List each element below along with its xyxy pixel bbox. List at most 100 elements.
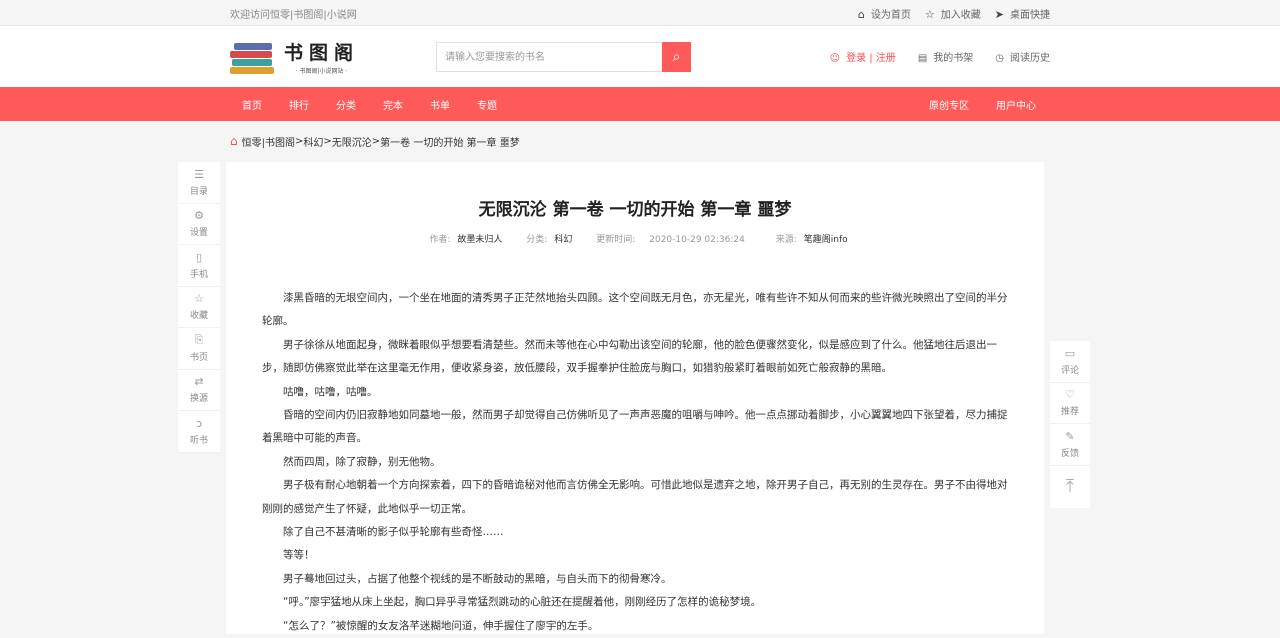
paragraph: 男子极有耐心地朝着一个方向探索着，四下的昏暗诡秘对他而言仿佛全无影响。可惜此地似…	[262, 479, 1008, 515]
chapter-title: 无限沉沦 第一卷 一切的开始 第一章 噩梦	[478, 200, 792, 220]
chapter-body: 漆黑昏暗的无垠空间内，一个坐在地面的清秀男子正茫然地抬头四顾。这个空间既无月色，…	[262, 287, 1008, 638]
welcome-text: 欢迎访问恒零|书图阁|小说网	[230, 9, 357, 21]
tool-feedback[interactable]: ✎ 反馈	[1050, 424, 1090, 466]
switch-icon: ⇄	[194, 375, 204, 389]
tool-label: 设置	[189, 228, 208, 239]
category-name[interactable]: 科幻	[554, 235, 572, 245]
add-favorite-label: 加入收藏	[940, 9, 981, 21]
list-icon: ☰	[194, 167, 204, 181]
tool-label: 听书	[189, 435, 208, 446]
desktop-shortcut-label: 桌面快捷	[1010, 9, 1050, 21]
home-icon: ⌂	[857, 7, 865, 21]
set-home-label: 设为首页	[870, 9, 911, 21]
books-logo-icon	[230, 39, 276, 75]
tool-label: 收藏	[189, 311, 208, 322]
search-icon: ⌕	[672, 48, 681, 65]
main-nav: 首页 排行 分类 完本 书单 专题 原创专区 用户中心	[0, 87, 1280, 121]
header: 书图阁 · 书图阁|小说网站 · 请输入您要搜索的书名 ⌕ ☺ 登录 | 注册 ▤…	[0, 26, 1280, 87]
add-favorite-link[interactable]: ☆ 加入收藏	[925, 6, 981, 21]
nav-booklist[interactable]: 书单	[430, 97, 450, 112]
shelf-icon: ▤	[917, 53, 928, 64]
tool-label: 手机	[189, 269, 208, 280]
history-label: 阅读历史	[1010, 53, 1050, 64]
desktop-shortcut-link[interactable]: ➤ 桌面快捷	[995, 6, 1050, 21]
paragraph: 咕噜，咕噜，咕噜。	[283, 385, 378, 398]
search-box: 请输入您要搜索的书名 ⌕	[436, 41, 691, 72]
tool-label: 书页	[189, 353, 208, 364]
tool-listen[interactable]: ↄ 听书	[178, 411, 220, 453]
logo-text: 书图阁	[284, 42, 360, 64]
home-icon[interactable]: ⌂	[230, 134, 238, 148]
paragraph: 男子徐徐从地面起身，微眯着眼似乎想要看清楚些。然而未等他在心中勾勒出该空间的轮廓…	[262, 338, 997, 375]
back-to-top-button[interactable]: ⤒	[1050, 466, 1090, 508]
settings-icon: ⚙	[194, 209, 204, 223]
tool-catalog[interactable]: ☰ 目录	[178, 162, 220, 204]
breadcrumb-book[interactable]: 无限沉沦	[332, 134, 372, 149]
source-name: 笔趣阁info	[803, 235, 848, 245]
tool-switch-source[interactable]: ⇄ 换源	[178, 370, 220, 411]
tool-label: 目录	[189, 186, 208, 197]
author-name[interactable]: 故墨未归人	[457, 235, 502, 245]
breadcrumb-separator: >	[371, 135, 381, 147]
pen-icon: ✎	[1065, 429, 1075, 443]
updated-time: 2020-10-29 02:36:24	[649, 235, 745, 245]
ear-icon: ↄ	[195, 416, 203, 430]
phone-icon: ▯	[195, 250, 203, 264]
tool-recommend[interactable]: ♡ 推荐	[1050, 383, 1090, 424]
login-register-label: 登录 | 注册	[846, 53, 896, 64]
paragraph: 男子蓦地回过头，占据了他整个视线的是不断鼓动的黑暗，与自头而下的彻骨寒冷。	[283, 572, 672, 585]
my-shelf-link[interactable]: ▤ 我的书架	[918, 49, 973, 64]
site-logo[interactable]: 书图阁 · 书图阁|小说网站 ·	[230, 37, 380, 77]
history-link[interactable]: ◷ 阅读历史	[995, 49, 1050, 64]
tool-bookpage[interactable]: ⎘ 书页	[178, 328, 220, 370]
paragraph: “呼。”廖宇猛地从床上坐起，胸口异乎寻常猛烈跳动的心脏还在提醒着他，刚刚经历了怎…	[283, 596, 762, 609]
paragraph: 昏暗的空间内仍旧寂静地如同墓地一般，然而男子却觉得自己仿佛听见了一声声恶魔的咀嚼…	[262, 409, 1008, 445]
comment-icon: ▭	[1064, 346, 1076, 360]
tool-settings[interactable]: ⚙ 设置	[178, 204, 220, 245]
tool-label: 推荐	[1060, 407, 1079, 418]
breadcrumb-chapter: 第一卷 一切的开始 第一章 噩梦	[380, 137, 520, 149]
tool-phone[interactable]: ▯ 手机	[178, 245, 220, 287]
chapter-meta: 作者: 故墨未归人 分类: 科幻 更新时间: 2020-10-29 02:36:24 …	[262, 232, 1008, 245]
tool-favorite[interactable]: ☆ 收藏	[178, 287, 220, 328]
nav-topics[interactable]: 专题	[477, 97, 497, 112]
my-shelf-label: 我的书架	[933, 53, 974, 64]
nav-ranking[interactable]: 排行	[289, 97, 309, 112]
breadcrumb-separator: >	[323, 135, 332, 147]
paragraph: 然而四周，除了寂静，别无他物。	[283, 455, 441, 468]
search-input[interactable]: 请输入您要搜索的书名	[436, 41, 662, 72]
thumb-icon: ♡	[1065, 388, 1075, 402]
nav-user-center[interactable]: 用户中心	[996, 97, 1036, 112]
user-icon: ☺	[829, 53, 841, 64]
login-register-link[interactable]: ☺ 登录 | 注册	[830, 49, 896, 64]
top-bar: 欢迎访问恒零|书图阁|小说网 ⌂ 设为首页 ☆ 加入收藏 ➤ 桌面快捷	[0, 0, 1280, 26]
breadcrumb-site[interactable]: 恒零|书图阁	[242, 134, 295, 149]
right-toolbar: ▭ 评论 ♡ 推荐 ✎ 反馈 ⤒	[1050, 341, 1090, 508]
set-home-link[interactable]: ⌂ 设为首页	[858, 6, 911, 21]
paragraph: 除了自己不甚清晰的影子似乎轮廓有些奇怪……	[283, 526, 504, 539]
paragraph: 漆黑昏暗的无垠空间内，一个坐在地面的清秀男子正茫然地抬头四顾。这个空间既无月色，…	[262, 292, 1008, 328]
tool-label: 换源	[189, 394, 208, 405]
author-label: 作者:	[429, 235, 451, 245]
paragraph: “怎么了？”被惊醒的女友洛芊迷糊地问道，伸手握住了廖宇的左手。	[283, 619, 599, 632]
left-toolbar: ☰ 目录 ⚙ 设置 ▯ 手机 ☆ 收藏 ⎘ 书页 ⇄ 换源 ↄ 听书	[178, 162, 220, 453]
tool-label: 评论	[1060, 365, 1079, 376]
logo-subtext: · 书图阁|小说网站 ·	[295, 68, 348, 75]
arrow-up-icon: ⤒	[1066, 476, 1074, 497]
tool-comment[interactable]: ▭ 评论	[1050, 341, 1090, 383]
updated-label: 更新时间:	[596, 235, 636, 245]
tool-label: 反馈	[1060, 448, 1079, 459]
chapter-content: 无限沉沦 第一卷 一切的开始 第一章 噩梦 作者: 故墨未归人 分类: 科幻 更新时…	[226, 162, 1044, 634]
star-icon: ☆	[194, 292, 204, 306]
search-button[interactable]: ⌕	[662, 41, 691, 72]
breadcrumb-category[interactable]: 科幻	[303, 134, 323, 149]
breadcrumb: ⌂ 恒零|书图阁 > 科幻 > 无限沉沦 > 第一卷 一切的开始 第一章 噩梦	[0, 121, 1280, 161]
send-icon: ➤	[994, 7, 1004, 21]
breadcrumb-separator: >	[295, 135, 304, 147]
nav-category[interactable]: 分类	[336, 97, 356, 112]
nav-completed[interactable]: 完本	[383, 97, 403, 112]
star-icon: ☆	[924, 7, 935, 21]
nav-original[interactable]: 原创专区	[929, 97, 969, 112]
bookmark-icon: ⎘	[194, 333, 204, 347]
nav-home[interactable]: 首页	[242, 97, 262, 112]
